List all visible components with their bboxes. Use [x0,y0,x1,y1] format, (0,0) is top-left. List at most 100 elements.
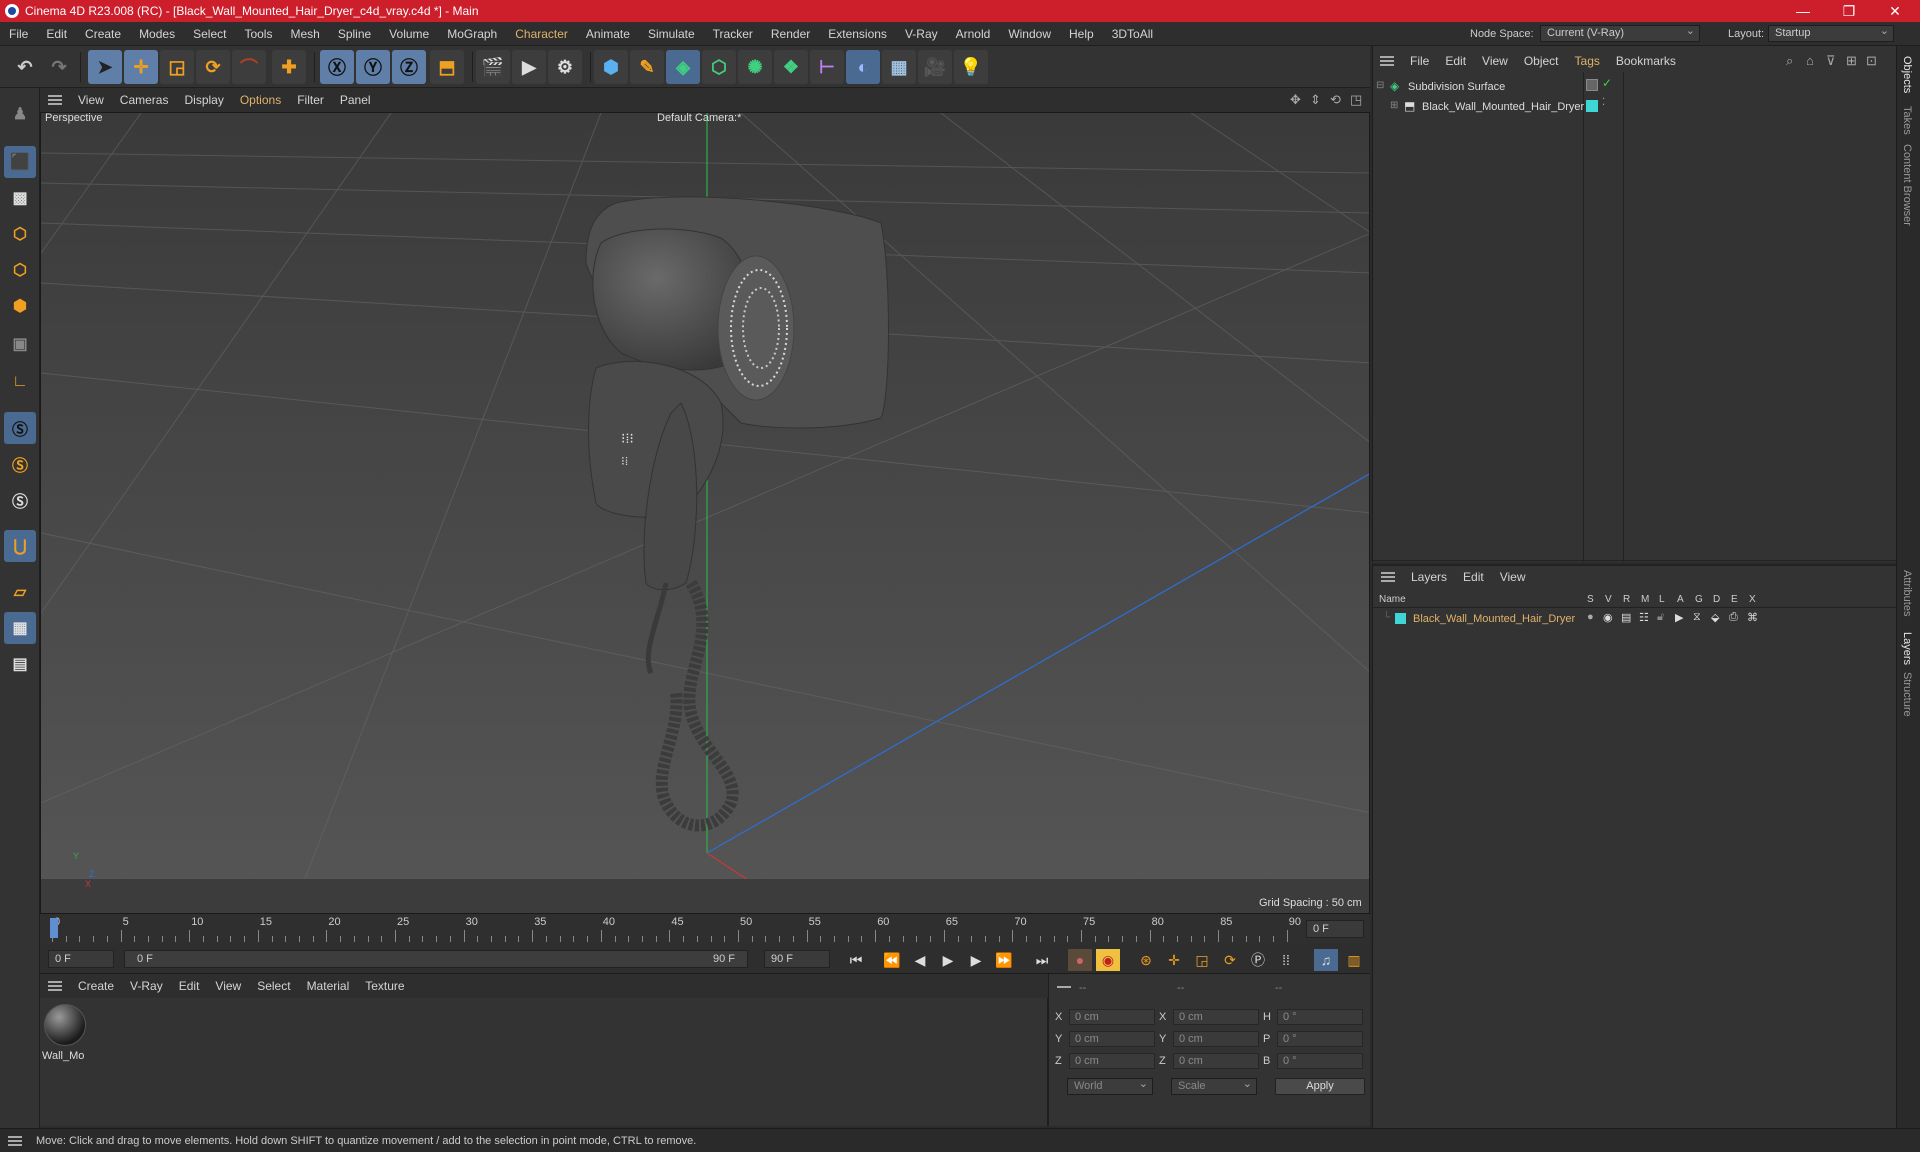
camera-name[interactable]: Default Camera:* [657,113,741,124]
tab-objects[interactable]: Objects [1901,56,1913,93]
tab-takes[interactable]: Takes [1901,106,1913,135]
new-window-icon[interactable]: ⊞ [1846,53,1857,69]
previous-frame-icon[interactable]: ◀ [908,949,932,971]
layer-color-swatch[interactable] [1395,613,1406,624]
menu-create[interactable]: Create [76,27,130,41]
layer-deformers-icon[interactable]: ⬙ [1711,611,1719,624]
object-menu-tags[interactable]: Tags [1567,54,1608,68]
play-icon[interactable]: ▶ [936,949,960,971]
key-rotation-icon[interactable]: ⟳ [1218,949,1242,971]
subdivision-surface-icon[interactable]: ◈ [666,50,700,84]
layer-menu-view[interactable]: View [1492,570,1534,584]
menu-window[interactable]: Window [999,27,1060,41]
size-x-field[interactable]: 0 cm [1173,1009,1259,1025]
move-icon[interactable]: ✛ [124,50,158,84]
previous-key-icon[interactable]: ⏪ [880,949,904,971]
menu-mesh[interactable]: Mesh [281,27,328,41]
snap-settings-icon[interactable]: Ⓢ [4,448,36,480]
coordinate-space-select[interactable]: World [1067,1077,1153,1095]
status-menu-icon[interactable] [8,1135,22,1146]
panel-expand-icon[interactable]: ⊡ [1866,53,1877,69]
material-thumbnail[interactable] [44,1004,86,1046]
layer-color-swatch[interactable] [1586,100,1598,112]
column-solo[interactable]: S [1587,594,1594,605]
material-menu-select[interactable]: Select [249,979,298,993]
playhead[interactable] [50,918,58,938]
size-y-field[interactable]: 0 cm [1173,1031,1259,1047]
visibility-dots-icon[interactable]: ⁚ [1602,97,1605,108]
menu-volume[interactable]: Volume [380,27,438,41]
workplane-icon[interactable]: ▱ [4,576,36,608]
menu-file[interactable]: File [0,27,37,41]
column-expressions[interactable]: E [1731,594,1738,605]
menu-simulate[interactable]: Simulate [639,27,704,41]
menu-extensions[interactable]: Extensions [819,27,896,41]
material-menu-texture[interactable]: Texture [357,979,412,993]
layer-generators-icon[interactable]: ⧖ [1693,611,1701,624]
material-menu-create[interactable]: Create [70,979,122,993]
model-mode-icon[interactable]: ⬛ [4,146,36,178]
field-icon[interactable]: ❖ [774,50,808,84]
z-axis-icon[interactable]: Ⓩ [392,50,426,84]
polygons-mode-icon[interactable]: ⬢ [4,290,36,322]
start-frame-field[interactable]: 0 F [48,950,114,968]
magnet-icon[interactable]: ⋃ [4,530,36,562]
viewport-menu-display[interactable]: Display [176,93,231,107]
points-mode-icon[interactable]: ⬡ [4,218,36,250]
layer-row[interactable]: └ Black_Wall_Mounted_Hair_Dryer ● ◉ ▤ ☷ … [1373,610,1897,628]
menu-render[interactable]: Render [762,27,819,41]
collapse-icon[interactable]: ⊟ [1376,80,1384,91]
viewport-menu-options[interactable]: Options [232,93,289,107]
viewport-zoom-icon[interactable]: ⇕ [1310,92,1321,108]
current-frame-field[interactable]: 0 F [1306,920,1364,938]
layer-expressions-icon[interactable]: ⎙ [1729,611,1738,624]
light-icon[interactable]: 💡 [954,50,988,84]
tab-structure[interactable]: Structure [1901,672,1913,717]
node-space-select[interactable]: Current (V-Ray) [1540,24,1700,42]
object-menu-object[interactable]: Object [1516,54,1567,68]
menu-edit[interactable]: Edit [37,27,76,41]
column-name[interactable]: Name [1379,594,1406,605]
apply-button[interactable]: Apply [1275,1078,1365,1095]
go-to-start-icon[interactable]: ⏮ [844,949,868,971]
undo-icon[interactable]: ↶ [8,50,42,84]
menu-vray[interactable]: V-Ray [896,27,947,41]
column-generators[interactable]: G [1695,594,1703,605]
sky-icon[interactable]: ▦ [882,50,916,84]
deformer-icon[interactable]: ⊢ [810,50,844,84]
material-menu-material[interactable]: Material [299,979,358,993]
viewport-menu-view[interactable]: View [70,93,112,107]
material-name[interactable]: Wall_Mo [42,1050,84,1062]
menu-help[interactable]: Help [1060,27,1103,41]
snap-mode-icon[interactable]: Ⓢ [4,484,36,516]
menu-select[interactable]: Select [184,27,235,41]
viewport-menu-icon[interactable] [48,95,62,105]
menu-mograph[interactable]: MoGraph [438,27,506,41]
layer-name[interactable]: Black_Wall_Mounted_Hair_Dryer [1413,613,1575,625]
range-slider[interactable]: 0 F 90 F [124,950,748,968]
cube-icon[interactable]: ⬢ [594,50,628,84]
layer-solo-icon[interactable]: ● [1587,611,1594,623]
tab-layers[interactable]: Layers [1901,632,1913,665]
rotate-icon[interactable]: ⟳ [196,50,230,84]
layer-render-clapper-icon[interactable]: ▤ [1621,611,1631,624]
column-manager[interactable]: M [1641,594,1649,605]
y-axis-icon[interactable]: Ⓨ [356,50,390,84]
camera-icon[interactable]: 🎥 [918,50,952,84]
size-z-field[interactable]: 0 cm [1173,1053,1259,1069]
object-menu-file[interactable]: File [1402,54,1437,68]
end-frame-field[interactable]: 90 F [764,950,830,968]
menu-3dtoall[interactable]: 3DToAll [1103,27,1162,41]
material-menu-edit[interactable]: Edit [171,979,208,993]
column-locked[interactable]: L [1659,594,1665,605]
key-scale-icon[interactable]: ◲ [1190,949,1214,971]
tab-content-browser[interactable]: Content Browser [1901,144,1913,226]
filter-icon[interactable]: ⊽ [1826,53,1836,69]
floor-icon[interactable]: ◐ [846,50,880,84]
minimize-button[interactable]: — [1780,0,1826,22]
layer-animation-icon[interactable]: ▶ [1675,611,1683,624]
timeline-ruler[interactable]: 051015202530354045505560657075808590 0 F [40,914,1370,944]
render-settings-icon[interactable]: ⚙ [548,50,582,84]
next-key-icon[interactable]: ⏩ [992,949,1016,971]
layer-menu-layers[interactable]: Layers [1403,570,1455,584]
